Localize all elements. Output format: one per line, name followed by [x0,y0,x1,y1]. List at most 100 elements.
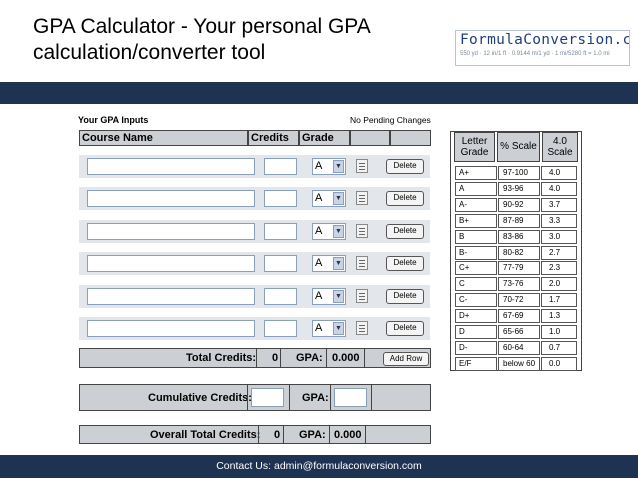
percent-range-cell: 67-69 [498,309,540,324]
percent-range-cell: 93-96 [498,181,540,196]
letter-grade-cell: B+ [455,213,497,228]
chevron-down-icon[interactable]: ▼ [333,225,344,238]
logo-formula: 550 yd · 12 in/1 ft · 0.9144 m/1 yd · 1 … [460,51,610,57]
cell-divider [330,385,331,410]
notes-icon[interactable] [356,159,368,173]
scale-value-cell: 2.3 [541,261,577,276]
notes-icon[interactable] [356,256,368,270]
cell-divider [280,349,281,367]
grade-scale-row: B- 80-82 2.7 [455,245,577,260]
credits-input[interactable] [264,255,297,272]
letter-grade-cell: A+ [455,166,497,180]
delete-button[interactable]: Delete [386,289,424,304]
scale-value-cell: 3.7 [541,197,577,212]
grade-select[interactable]: A ▼ [312,288,346,305]
percent-scale-header: % Scale [497,132,540,162]
scale-value-cell: 4.0 [541,166,577,180]
grade-scale-row: D 65-66 1.0 [455,325,577,339]
cell-divider [283,426,284,443]
letter-grade-cell: E/F [455,356,497,371]
totals-bar: Total Credits: 0 GPA: 0.000 Add Row [79,348,431,368]
credits-header: Credits [248,130,299,146]
letter-grade-cell: B- [455,245,497,260]
grade-select-value: A [315,160,323,172]
chevron-down-icon[interactable]: ▼ [333,160,344,173]
header-spacer [390,130,431,146]
contact-info[interactable]: Contact Us: admin@formulaconversion.com [0,460,638,472]
letter-grade-cell: C- [455,293,497,308]
cell-divider [326,349,327,367]
grade-select[interactable]: A ▼ [312,255,346,272]
grade-select-value: A [315,225,323,237]
grade-select[interactable]: A ▼ [312,158,346,175]
scale-value-cell: 1.0 [541,325,577,339]
credits-input[interactable] [264,223,297,240]
gpa-value: 0.000 [332,352,360,364]
chevron-down-icon[interactable]: ▼ [333,192,344,205]
notes-icon[interactable] [356,191,368,205]
inputs-title: Your GPA Inputs [78,115,149,125]
formulaconversion-logo: FormulaConversion.com 550 yd · 12 in/1 f… [455,30,630,66]
cumulative-credits-label: Cumulative Credits: [148,392,252,404]
letter-grade-cell: B [455,229,497,244]
notes-icon[interactable] [356,321,368,335]
total-credits-value: 0 [272,352,279,364]
scale-value-cell: 3.0 [541,229,577,244]
grade-select-value: A [315,322,323,334]
notes-icon[interactable] [356,289,368,303]
grade-scale-row: A 93-96 4.0 [455,181,577,196]
cell-divider [371,385,372,410]
notes-icon[interactable] [356,224,368,238]
overall-credits-value: 0 [274,429,281,441]
percent-range-cell: 90-92 [498,197,540,212]
percent-range-cell: 83-86 [498,229,540,244]
add-row-button[interactable]: Add Row [383,352,429,366]
course-row: A ▼ Delete [79,317,430,340]
grade-select-value: A [315,257,323,269]
grade-scale-row: A- 90-92 3.7 [455,197,577,212]
chevron-down-icon[interactable]: ▼ [333,290,344,303]
letter-grade-cell: C+ [455,261,497,276]
pending-status: No Pending Changes [350,115,431,125]
cumulative-credits-input[interactable] [251,388,284,407]
grade-header: Grade [299,130,350,146]
delete-button[interactable]: Delete [386,191,424,206]
cell-divider [256,349,257,367]
credits-input[interactable] [264,190,297,207]
course-name-input[interactable] [87,158,255,175]
grade-select-value: A [315,192,323,204]
credits-input[interactable] [264,320,297,337]
credits-input[interactable] [264,288,297,305]
delete-button[interactable]: Delete [386,321,424,336]
delete-button[interactable]: Delete [386,224,424,239]
cumulative-gpa-label: GPA: [302,392,329,404]
gpa-label: GPA: [296,352,323,364]
percent-range-cell: 77-79 [498,261,540,276]
chevron-down-icon[interactable]: ▼ [333,257,344,270]
scale-value-cell: 0.7 [541,340,577,355]
course-name-input[interactable] [87,320,255,337]
grade-select[interactable]: A ▼ [312,223,346,240]
grade-scale-row: C+ 77-79 2.3 [455,261,577,276]
grade-scale-row: E/F below 60 0.0 [455,356,577,371]
cell-divider [365,426,366,443]
course-name-input[interactable] [87,255,255,272]
course-row: A ▼ Delete [79,187,430,210]
overall-gpa-label: GPA: [299,429,326,441]
scale-value-cell: 4.0 [541,181,577,196]
grade-select[interactable]: A ▼ [312,320,346,337]
cumulative-gpa-input[interactable] [334,388,367,407]
credits-input[interactable] [264,158,297,175]
letter-grade-cell: A [455,181,497,196]
course-row: A ▼ Delete [79,285,430,308]
course-name-input[interactable] [87,190,255,207]
course-row: A ▼ Delete [79,252,430,275]
course-name-input[interactable] [87,223,255,240]
chevron-down-icon[interactable]: ▼ [333,322,344,335]
delete-button[interactable]: Delete [386,159,424,174]
grade-scale-row: D- 60-64 0.7 [455,340,577,355]
course-name-input[interactable] [87,288,255,305]
cell-divider [329,426,330,443]
delete-button[interactable]: Delete [386,256,424,271]
grade-select[interactable]: A ▼ [312,190,346,207]
